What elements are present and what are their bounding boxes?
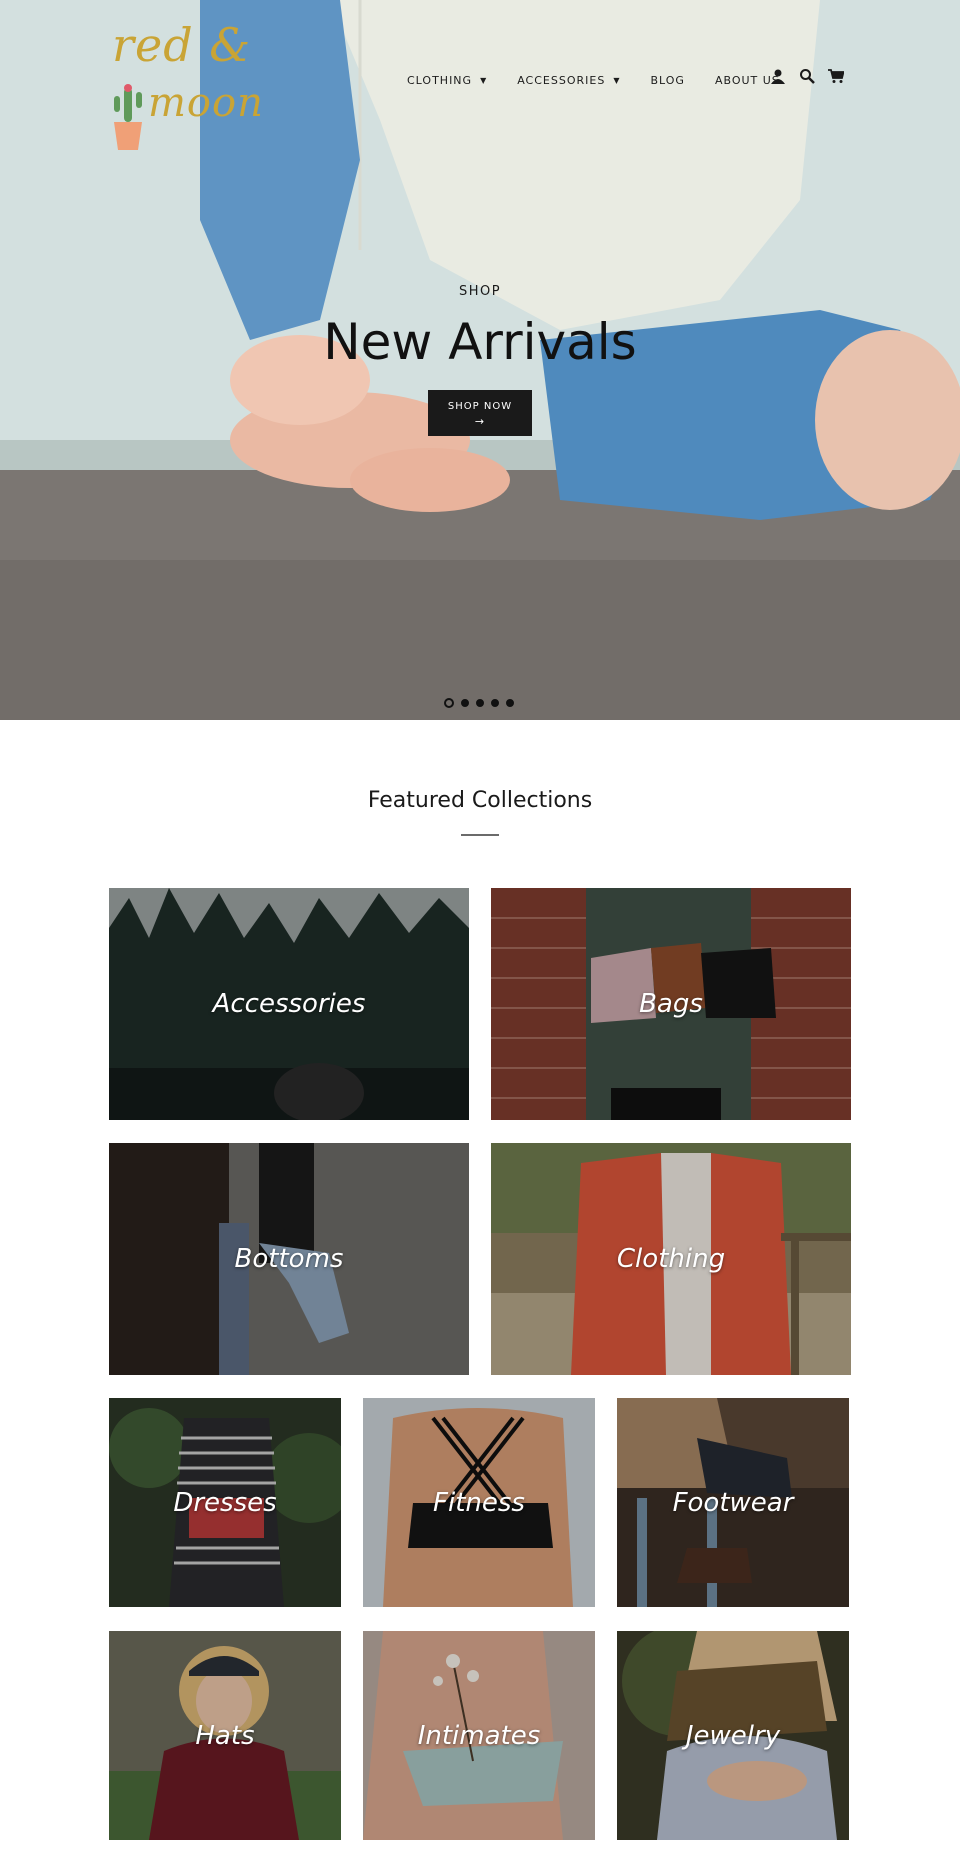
- nav-label: CLOTHING: [407, 73, 473, 87]
- shop-now-label: SHOP NOW: [447, 401, 513, 412]
- nav-label: ACCESSORIES: [517, 73, 606, 87]
- collection-label: Accessories: [212, 989, 366, 1019]
- slide-dot-2[interactable]: [461, 699, 469, 707]
- brand-logo[interactable]: red & moon: [108, 18, 263, 150]
- collection-label: Jewelry: [685, 1720, 781, 1751]
- collection-tile-accessories[interactable]: Accessories: [109, 888, 469, 1120]
- arrow-right-icon: →: [474, 415, 486, 428]
- hero-title: New Arrivals: [323, 313, 637, 371]
- collection-tile-bags[interactable]: Bags: [491, 888, 851, 1120]
- collection-tile-dresses[interactable]: Dresses: [109, 1398, 341, 1607]
- collection-tile-footwear[interactable]: Footwear: [617, 1398, 849, 1607]
- collection-label: Bags: [639, 989, 703, 1019]
- slide-dot-4[interactable]: [491, 699, 499, 707]
- collection-label: Fitness: [433, 1487, 525, 1518]
- shop-now-button[interactable]: SHOP NOW →: [428, 390, 532, 436]
- collection-label: Hats: [195, 1720, 255, 1751]
- caret-down-icon: ▼: [613, 75, 621, 85]
- collection-label: Footwear: [672, 1487, 794, 1518]
- collection-label: Clothing: [616, 1244, 726, 1274]
- header-icons: [770, 68, 857, 84]
- collection-tile-jewelry[interactable]: Jewelry: [617, 1631, 849, 1840]
- logo-text-bottom: moon: [148, 80, 264, 126]
- collection-tile-hats[interactable]: Hats: [109, 1631, 341, 1840]
- slideshow-dots: [444, 698, 521, 708]
- nav-item-blog[interactable]: BLOG: [650, 74, 684, 87]
- collection-tile-clothing[interactable]: Clothing: [491, 1143, 851, 1375]
- nav-label: BLOG: [650, 73, 685, 87]
- slide-dot-3[interactable]: [476, 699, 484, 707]
- section-title: Featured Collections: [367, 788, 593, 813]
- nav-item-clothing[interactable]: CLOTHING ▼: [407, 74, 487, 87]
- account-icon[interactable]: [770, 68, 786, 84]
- collection-tile-intimates[interactable]: Intimates: [363, 1631, 595, 1840]
- logo-text-top: red &: [112, 18, 252, 72]
- site-header: red & moon CLOTHING ▼ ACCESSORIES ▼ BLOG: [0, 0, 960, 150]
- nav-item-accessories[interactable]: ACCESSORIES ▼: [517, 74, 620, 87]
- collection-label: Bottoms: [234, 1244, 344, 1274]
- collection-label: Intimates: [417, 1720, 541, 1751]
- cart-icon[interactable]: [828, 68, 844, 84]
- section-divider: [461, 834, 499, 836]
- cactus-logo-icon: [114, 84, 142, 150]
- slide-dot-5[interactable]: [506, 699, 514, 707]
- hero-banner[interactable]: red & moon CLOTHING ▼ ACCESSORIES ▼ BLOG: [0, 0, 960, 720]
- main-nav: CLOTHING ▼ ACCESSORIES ▼ BLOG ABOUT US: [407, 70, 810, 90]
- hero-subtitle: SHOP: [458, 284, 502, 299]
- slide-dot-1[interactable]: [444, 698, 454, 708]
- search-icon[interactable]: [799, 68, 815, 84]
- collection-label: Dresses: [173, 1487, 277, 1518]
- caret-down-icon: ▼: [480, 75, 488, 85]
- collection-tile-fitness[interactable]: Fitness: [363, 1398, 595, 1607]
- collection-tile-bottoms[interactable]: Bottoms: [109, 1143, 469, 1375]
